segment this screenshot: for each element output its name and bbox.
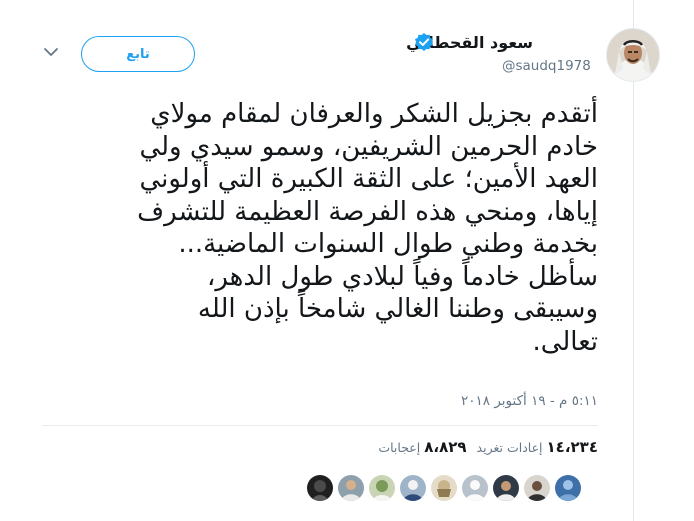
liker-avatar[interactable] xyxy=(492,474,520,502)
tweet-timestamp[interactable]: ٥:١١ م - ١٩ أكتوبر ٢٠١٨ xyxy=(400,393,598,409)
liker-avatars xyxy=(298,474,582,502)
liker-avatar[interactable] xyxy=(461,474,489,502)
liker-avatar[interactable] xyxy=(399,474,427,502)
avatar-image xyxy=(607,29,659,81)
verified-badge-icon xyxy=(415,33,433,51)
author-handle[interactable]: @saudq1978 xyxy=(502,58,591,74)
follow-button[interactable]: تابع xyxy=(81,36,195,72)
likes-label: إعجابات xyxy=(378,440,421,455)
chevron-down-icon[interactable] xyxy=(43,46,59,58)
liker-avatar[interactable] xyxy=(554,474,582,502)
liker-avatar[interactable] xyxy=(368,474,396,502)
tweet-text: أتقدم بجزيل الشكر والعرفان لمقام مولاي خ… xyxy=(137,99,598,357)
retweets-stat[interactable]: ١٤،٢٣٤ إعادات تغريد xyxy=(477,438,598,456)
tweet-card: سعود القحطاني @saudq1978 تابع أتقدم بجزي… xyxy=(0,0,660,521)
liker-avatar[interactable] xyxy=(523,474,551,502)
retweets-label: إعادات تغريد xyxy=(476,440,543,455)
tweet-stats: ١٤،٢٣٤ إعادات تغريد ٨،٨٢٩ إعجابات xyxy=(340,438,598,456)
retweets-count: ١٤،٢٣٤ xyxy=(546,438,598,456)
likes-count: ٨،٨٢٩ xyxy=(424,438,467,456)
author-avatar[interactable] xyxy=(606,28,660,82)
likes-stat[interactable]: ٨،٨٢٩ إعجابات xyxy=(378,438,466,456)
liker-avatar[interactable] xyxy=(337,474,365,502)
liker-avatar[interactable] xyxy=(430,474,458,502)
liker-avatar[interactable] xyxy=(306,474,334,502)
stats-divider-top xyxy=(42,425,598,426)
